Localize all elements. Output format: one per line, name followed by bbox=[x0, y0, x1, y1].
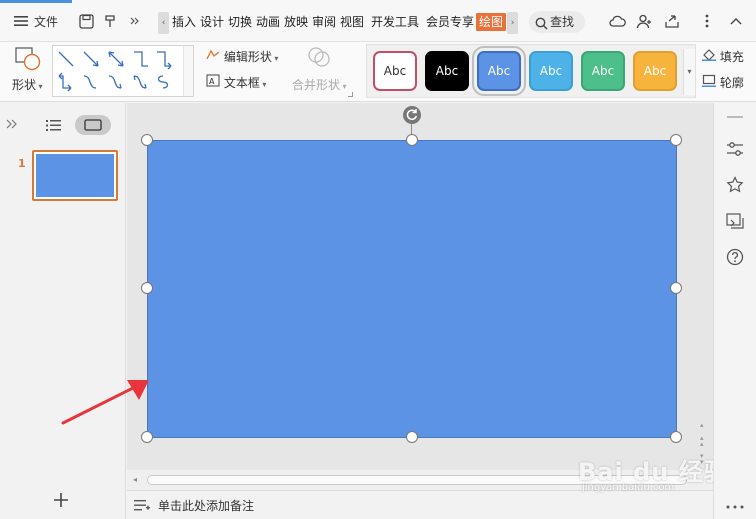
resize-handle-top-right[interactable] bbox=[670, 134, 682, 146]
shapes-icon[interactable] bbox=[14, 46, 42, 75]
shape-label: 形状 bbox=[12, 78, 37, 92]
fill-label: 填充 bbox=[719, 50, 744, 64]
resize-handle-bottom[interactable] bbox=[406, 431, 418, 443]
animation-star-icon[interactable] bbox=[725, 175, 745, 195]
slide-view-toggle[interactable] bbox=[75, 115, 111, 135]
tabs-scroll-right-button[interactable]: › bbox=[507, 12, 518, 34]
style-swatch[interactable]: Abc bbox=[373, 51, 417, 91]
expand-panel-icon[interactable] bbox=[6, 118, 18, 132]
scroll-up-icon[interactable]: ▴ bbox=[700, 421, 704, 429]
resize-handle-bottom-right[interactable] bbox=[670, 431, 682, 443]
outline-icon bbox=[702, 74, 720, 90]
fill-button[interactable]: 填充 bbox=[702, 48, 744, 65]
collapse-ribbon-icon[interactable] bbox=[727, 12, 745, 30]
watermark-url: jingyan.baidu.com bbox=[582, 482, 675, 493]
annotation-arrow-icon bbox=[61, 380, 149, 425]
outline-button[interactable]: 轮廓 bbox=[702, 74, 744, 91]
tab-member[interactable]: 会员专享 bbox=[426, 13, 474, 31]
merge-shape-button[interactable]: 合并形状 ▾ bbox=[292, 76, 347, 93]
menu-accent-line bbox=[0, 0, 72, 3]
edit-shape-icon bbox=[206, 49, 224, 64]
tab-drawing[interactable]: 绘图 bbox=[476, 13, 507, 31]
slides-panel: 1 bbox=[0, 103, 126, 519]
vertical-scrollbar[interactable]: ▴ ▴ ▴ ▾ ▾ bbox=[697, 103, 713, 470]
scroll-left-icon[interactable]: ◂ bbox=[133, 475, 137, 484]
tab-developer[interactable]: 开发工具 bbox=[371, 13, 419, 31]
resize-handle-right[interactable] bbox=[670, 282, 682, 294]
tab-view[interactable]: 视图 bbox=[340, 13, 364, 31]
help-icon[interactable] bbox=[725, 247, 745, 267]
search-button[interactable]: 查找 bbox=[529, 11, 585, 33]
edit-shape-label: 编辑形状 bbox=[223, 50, 272, 64]
textbox-button[interactable]: A 文本框 ▾ bbox=[206, 74, 266, 91]
line-shapes-icons bbox=[58, 51, 172, 92]
prev-slide-icon[interactable]: ▴ ▴ bbox=[700, 435, 704, 448]
rail-drag-handle[interactable] bbox=[727, 116, 743, 118]
textbox-label: 文本框 bbox=[223, 76, 260, 90]
search-label: 查找 bbox=[550, 15, 575, 29]
resize-handle-bottom-left[interactable] bbox=[141, 431, 153, 443]
right-task-rail bbox=[713, 103, 756, 519]
tab-slideshow[interactable]: 放映 bbox=[284, 13, 308, 31]
slide-thumbnail-shape bbox=[36, 154, 114, 197]
shape-button[interactable]: 形状 ▾ bbox=[12, 76, 43, 93]
tab-animation[interactable]: 动画 bbox=[256, 13, 280, 31]
tab-review[interactable]: 审阅 bbox=[312, 13, 336, 31]
more-tasks-icon[interactable] bbox=[726, 498, 744, 512]
selected-rectangle-shape[interactable] bbox=[147, 140, 677, 438]
style-swatch-selected[interactable]: Abc bbox=[472, 46, 526, 96]
share-icon[interactable] bbox=[663, 12, 681, 30]
slide-view-icon bbox=[84, 119, 102, 134]
outline-label: 轮廓 bbox=[719, 76, 744, 90]
hamburger-icon[interactable] bbox=[12, 12, 30, 30]
textbox-icon: A bbox=[206, 74, 224, 90]
resize-handle-left[interactable] bbox=[141, 282, 153, 294]
file-menu[interactable]: 文件 bbox=[34, 12, 58, 32]
style-swatch[interactable]: Abc bbox=[425, 51, 469, 91]
svg-text:A: A bbox=[209, 77, 215, 86]
edit-shape-button[interactable]: 编辑形状 ▾ bbox=[206, 48, 278, 65]
style-swatch[interactable]: Abc bbox=[529, 51, 573, 91]
slide-number: 1 bbox=[18, 157, 26, 170]
merge-shape-label: 合并形状 bbox=[292, 78, 341, 92]
tab-design[interactable]: 设计 bbox=[200, 13, 224, 31]
collaborate-icon[interactable] bbox=[635, 12, 653, 30]
more-quick-access-icon[interactable] bbox=[126, 12, 144, 30]
outline-view-icon[interactable] bbox=[46, 119, 61, 135]
merge-shape-icon bbox=[306, 45, 332, 72]
line-shapes-gallery[interactable] bbox=[52, 45, 194, 97]
menu-bar: 文件 ‹ 插入 设计 切换 动画 放映 审阅 视图 开发工具 会员专享 绘图 ›… bbox=[0, 0, 756, 42]
resize-handle-top-left[interactable] bbox=[141, 134, 153, 146]
shape-style-gallery: Abc Abc Abc Abc Abc Abc ▾ bbox=[366, 44, 696, 98]
add-slide-icon[interactable] bbox=[53, 492, 69, 511]
tabs-scroll-left-button[interactable]: ‹ bbox=[158, 12, 169, 34]
gallery-scrollbar[interactable] bbox=[183, 46, 193, 96]
rotate-handle[interactable] bbox=[403, 106, 421, 124]
tab-transition[interactable]: 切换 bbox=[228, 13, 252, 31]
notes-icon bbox=[134, 499, 150, 515]
slide-thumbnail[interactable] bbox=[32, 150, 118, 201]
format-painter-icon[interactable] bbox=[101, 12, 119, 30]
tab-insert[interactable]: 插入 bbox=[172, 13, 196, 31]
rotate-icon bbox=[406, 109, 418, 120]
cloud-sync-icon[interactable] bbox=[608, 12, 626, 30]
slide-transition-icon[interactable] bbox=[725, 211, 745, 231]
search-icon bbox=[535, 15, 548, 37]
resize-handle-top[interactable] bbox=[406, 134, 418, 146]
group-launcher-icon[interactable] bbox=[348, 92, 353, 97]
more-options-icon[interactable] bbox=[698, 12, 716, 30]
save-icon[interactable] bbox=[77, 12, 95, 30]
style-swatch[interactable]: Abc bbox=[633, 51, 677, 91]
baidu-jingyan-watermark: Bai du 经验 jingyan.baidu.com bbox=[578, 452, 728, 496]
fill-icon bbox=[702, 49, 720, 64]
notes-placeholder[interactable]: 单击此处添加备注 bbox=[158, 497, 254, 514]
style-swatch[interactable]: Abc bbox=[581, 51, 625, 91]
style-gallery-expand-button[interactable]: ▾ bbox=[683, 49, 695, 95]
shape-properties-icon[interactable] bbox=[725, 139, 745, 159]
ribbon: 形状 ▾ 编辑形状 ▾ A 文本框 ▾ 合并形状 ▾ Abc Abc Abc A… bbox=[0, 42, 756, 102]
